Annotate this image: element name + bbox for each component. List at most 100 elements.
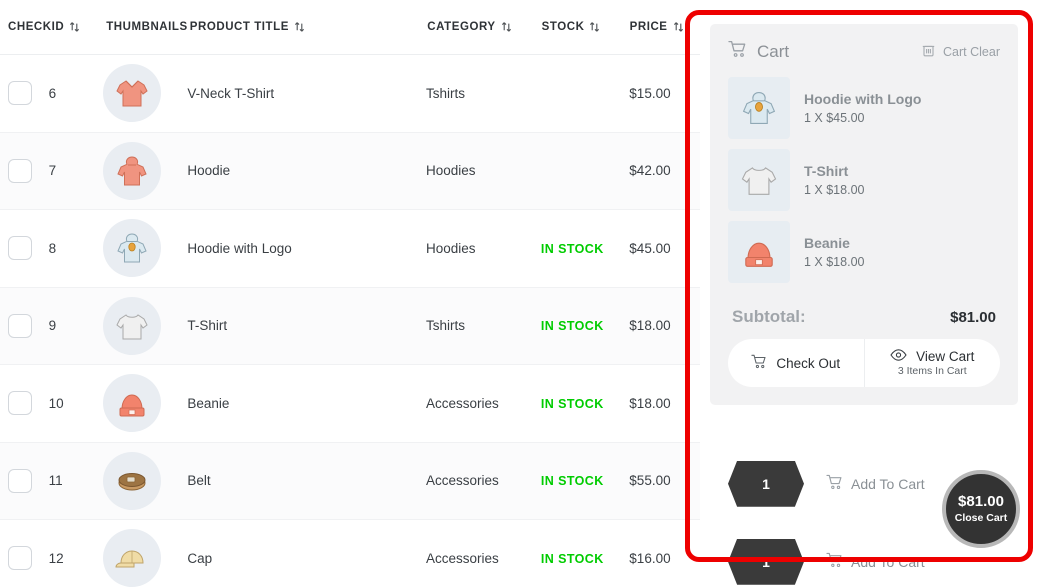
row-thumbnail-cell [103,64,187,122]
cart-item: T-Shirt 1 X $18.00 [728,149,1000,211]
table-header-row: CHECK ID THUMBNAILS PRODUCT TITLE CATEGO… [0,0,700,55]
cart-items-list: Hoodie with Logo1 X $45.00 T-Shirt 1 X $18… [728,77,1000,283]
cart-item-name: Beanie [804,235,864,251]
column-header-title-label: PRODUCT TITLE [190,21,289,33]
table-row: 10BeanieAccessoriesIN STOCK$18.00 [0,365,700,443]
row-thumbnail-cell [103,374,187,432]
row-checkbox[interactable] [8,236,32,260]
row-check-cell [0,314,49,338]
column-header-check[interactable]: CHECK [0,21,52,33]
beanie-icon [103,374,161,432]
add-to-cart-label: Add To Cart [851,476,925,492]
quantity-stepper[interactable]: ‹1› [728,539,804,585]
row-check-cell [0,81,49,105]
row-product-title[interactable]: Hoodie [187,163,426,178]
row-product-title[interactable]: Belt [187,473,426,488]
row-checkbox[interactable] [8,81,32,105]
row-checkbox[interactable] [8,469,32,493]
cart-item-qty: 1 X $18.00 [804,255,864,269]
chevron-left-icon[interactable]: ‹ [718,555,722,569]
view-cart-label: View Cart [916,349,974,364]
row-price: $55.00 [629,473,700,488]
table-row: 8Hoodie with LogoHoodiesIN STOCK$45.00 [0,210,700,288]
chevron-left-icon[interactable]: ‹ [718,477,722,491]
row-id: 10 [49,396,104,411]
tshirt-icon [103,297,161,355]
row-check-cell [0,391,49,415]
row-stock-badge: IN STOCK [541,318,629,333]
chevron-right-icon[interactable]: › [810,477,814,491]
row-product-title[interactable]: V-Neck T-Shirt [187,86,426,101]
sort-icon[interactable] [501,21,512,33]
add-to-cart-button[interactable]: Add To Cart [826,474,925,493]
table-row: 12CapAccessoriesIN STOCK$16.00 [0,520,700,587]
table-row: 11BeltAccessoriesIN STOCK$55.00 [0,443,700,521]
checkout-label: Check Out [776,356,840,371]
row-thumbnail-cell [103,297,187,355]
column-header-category[interactable]: CATEGORY [427,21,541,33]
hoodie-logo-icon [728,77,790,139]
sort-icon[interactable] [69,21,80,33]
row-checkbox[interactable] [8,391,32,415]
quantity-stepper[interactable]: ‹1› [728,461,804,507]
row-price: $16.00 [629,551,700,566]
row-check-cell [0,159,49,183]
column-header-category-label: CATEGORY [427,21,495,33]
subtotal-value: $81.00 [950,309,996,326]
row-category: Tshirts [426,318,541,333]
row-checkbox[interactable] [8,546,32,570]
row-check-cell [0,469,49,493]
cart-clear-button[interactable]: Cart Clear [922,43,1000,60]
checkout-button[interactable]: Check Out [728,339,864,387]
add-to-cart-button[interactable]: Add To Cart [826,552,925,571]
view-cart-button-content: View Cart [890,349,974,364]
column-header-price[interactable]: PRICE [630,21,700,33]
quantity-value: 1 [762,476,770,492]
row-price: $18.00 [629,396,700,411]
chevron-right-icon[interactable]: › [810,555,814,569]
row-price: $18.00 [629,318,700,333]
products-table: CHECK ID THUMBNAILS PRODUCT TITLE CATEGO… [0,0,700,587]
column-header-id-label: ID [52,21,65,33]
cart-subtotal: Subtotal: $81.00 [728,293,1000,339]
column-header-title[interactable]: PRODUCT TITLE [190,21,428,33]
row-product-title[interactable]: Cap [187,551,426,566]
sort-icon[interactable] [589,21,600,33]
cart-panel: Cart Cart Clear Hoodie with Logo1 X $45.… [710,24,1018,405]
row-id: 7 [49,163,104,178]
sort-icon[interactable] [673,21,684,33]
cart-icon [826,474,843,493]
row-id: 12 [49,551,104,566]
close-cart-button[interactable]: $81.00 Close Cart [942,470,1020,548]
subtotal-label: Subtotal: [732,307,806,327]
view-cart-button[interactable]: View Cart 3 Items In Cart [864,339,1001,387]
row-product-title[interactable]: T-Shirt [187,318,426,333]
cart-item-text: Beanie 1 X $18.00 [804,235,864,269]
add-to-cart-row: ‹1› Add To Cart [710,523,925,587]
row-category: Hoodies [426,163,541,178]
beanie-icon [728,221,790,283]
row-category: Tshirts [426,86,541,101]
column-header-stock[interactable]: STOCK [542,21,630,33]
table-body: 6V-Neck T-ShirtTshirts$15.007HoodieHoodi… [0,55,700,587]
row-check-cell [0,546,49,570]
cart-item-name: T-Shirt [804,163,864,179]
row-thumbnail-cell [103,529,187,587]
cart-item: Hoodie with Logo1 X $45.00 [728,77,1000,139]
cart-item-qty: 1 X $18.00 [804,183,864,197]
cart-actions: Check Out View Cart 3 Items In Cart [728,339,1000,387]
tshirt-vneck-icon [103,64,161,122]
column-header-id[interactable]: ID [52,21,107,33]
table-row: 7HoodieHoodies$42.00 [0,133,700,211]
row-product-title[interactable]: Hoodie with Logo [187,241,426,256]
column-header-thumbnails: THUMBNAILS [106,21,190,33]
sort-icon[interactable] [294,21,305,33]
column-header-stock-label: STOCK [542,21,585,33]
cart-icon [728,40,747,63]
close-cart-label: Close Cart [955,512,1008,524]
row-product-title[interactable]: Beanie [187,396,426,411]
row-price: $15.00 [629,86,700,101]
row-checkbox[interactable] [8,314,32,338]
row-category: Accessories [426,473,541,488]
row-checkbox[interactable] [8,159,32,183]
